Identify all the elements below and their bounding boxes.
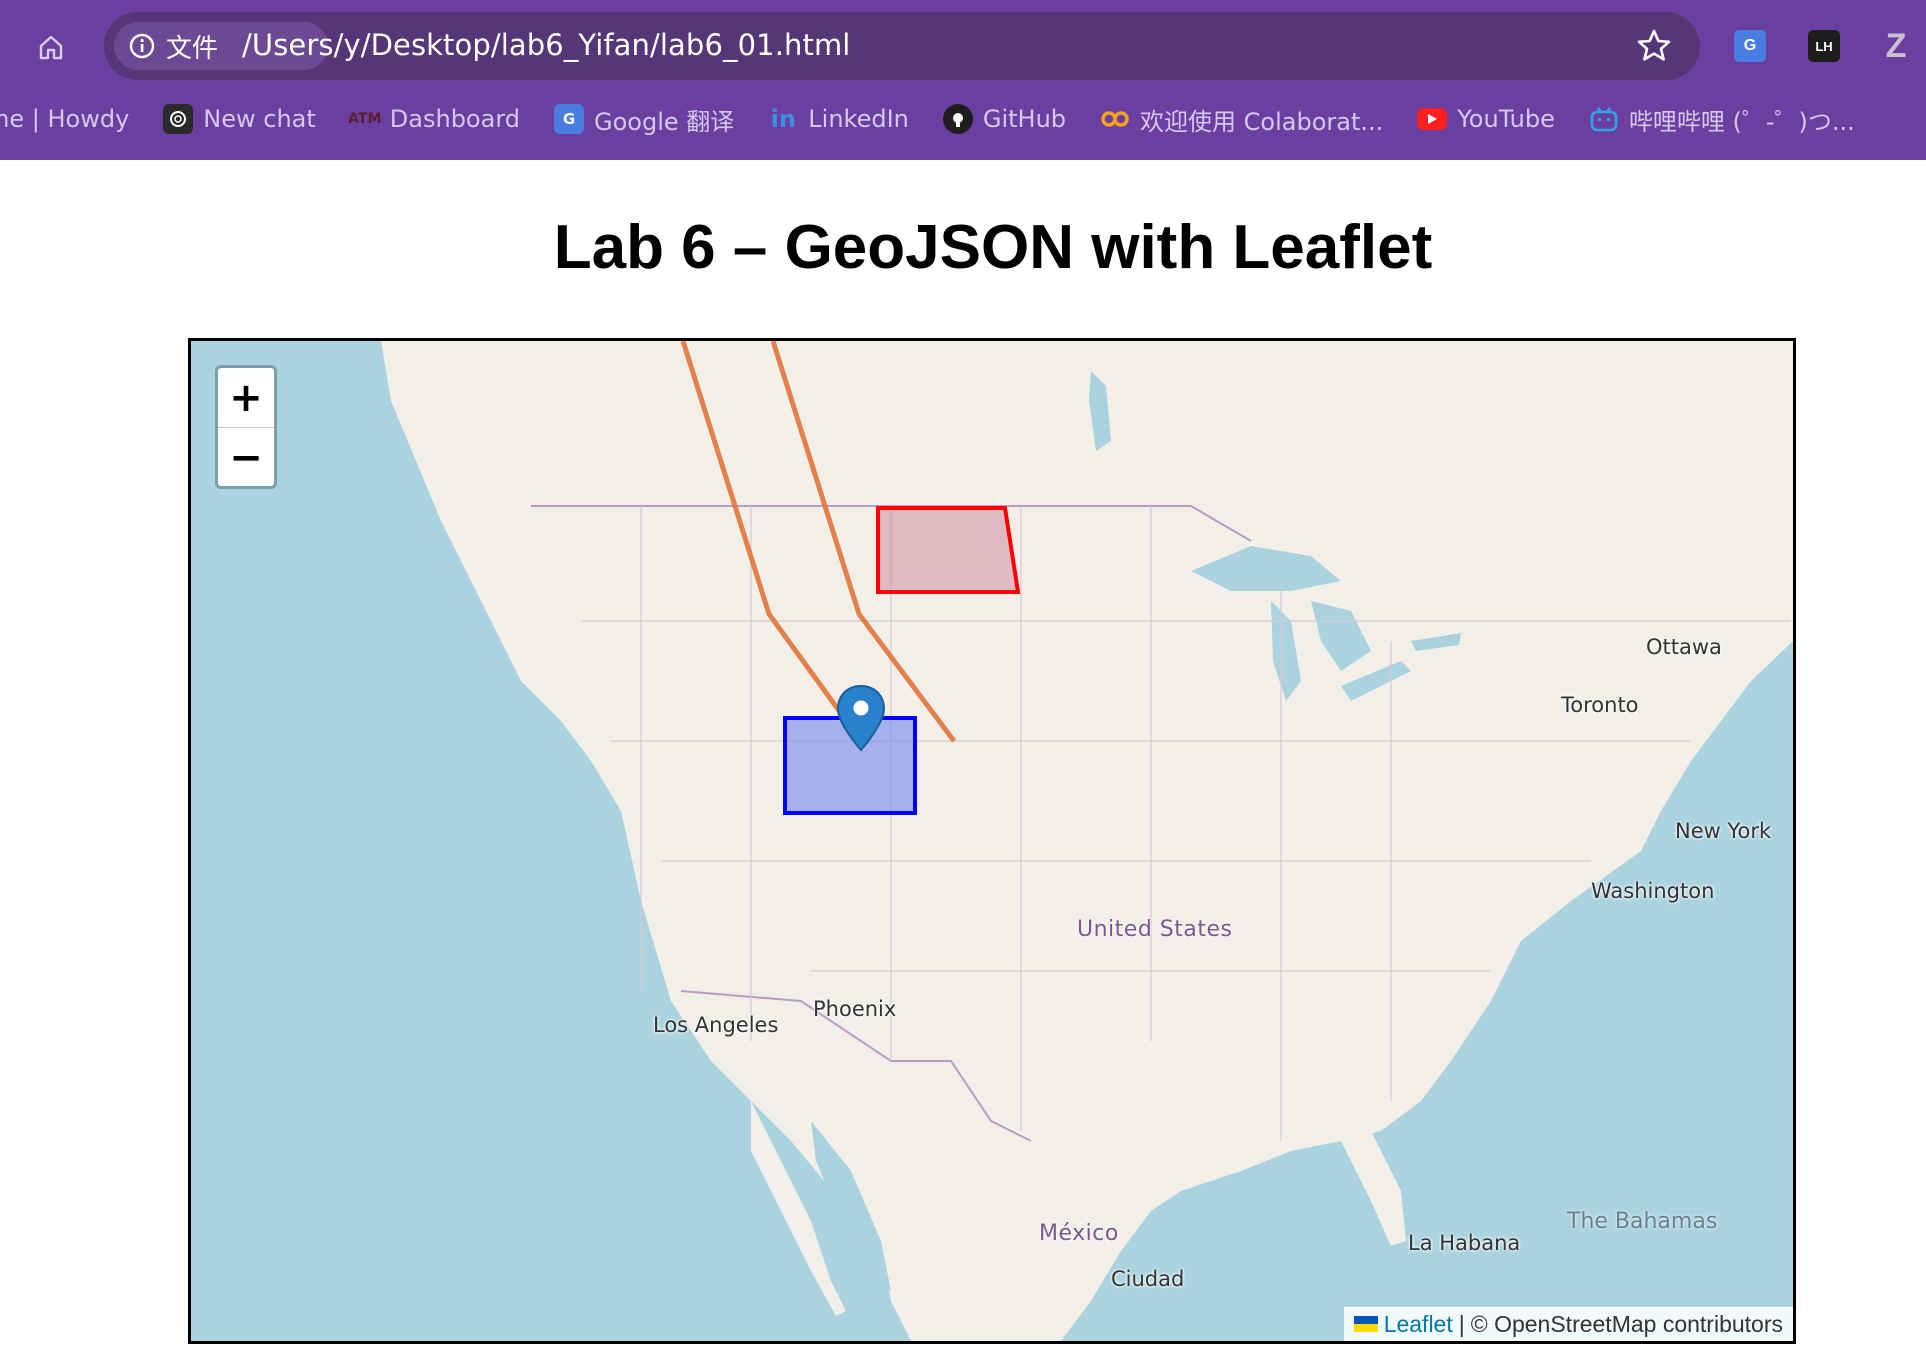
bookmark-label: GitHub: [982, 105, 1067, 133]
site-chip-label: 文件: [166, 33, 219, 64]
address-bar[interactable]: 文件 /Users/y/Desktop/lab6_Yifan/lab6_01.h…: [104, 12, 1700, 80]
colab-icon: [1100, 104, 1130, 134]
label-los-angeles: Los Angeles: [653, 1013, 779, 1037]
bookmark-label: 哔哩哔哩 (゜-゜)つ...: [1628, 107, 1855, 136]
zoom-in-button[interactable]: +: [218, 368, 274, 428]
youtube-icon: [1417, 108, 1448, 130]
google-translate-extension-icon[interactable]: G: [1734, 30, 1766, 62]
bookmark-label: Dashboard: [389, 105, 521, 133]
bookmark-google-translate[interactable]: G Google 翻译: [554, 102, 734, 137]
page-title: Lab 6 – GeoJSON with Leaflet: [553, 213, 1433, 282]
bookmark-star-button[interactable]: [1634, 26, 1674, 66]
bilibili-icon: [1589, 104, 1619, 134]
label-la-habana: La Habana: [1408, 1231, 1521, 1255]
bookmark-github[interactable]: GitHub: [942, 104, 1067, 134]
label-toronto: Toronto: [1561, 693, 1639, 717]
label-new-york: New York: [1675, 819, 1772, 843]
geojson-polygon-red[interactable]: [876, 506, 1021, 594]
github-icon: [942, 104, 973, 134]
label-mexico: México: [1039, 1221, 1119, 1246]
attribution-separator: |: [1458, 1310, 1465, 1337]
ukraine-flag-icon: [1353, 1316, 1378, 1332]
label-washington: Washington: [1591, 879, 1715, 903]
bookmark-howdy[interactable]: me | Howdy: [0, 105, 129, 133]
lighthouse-extension-icon[interactable]: LH: [1808, 30, 1840, 62]
osm-attribution[interactable]: © OpenStreetMap contributors: [1471, 1311, 1783, 1338]
geojson-overlay[interactable]: [191, 341, 1793, 1341]
label-ciudad: Ciudad: [1111, 1267, 1185, 1291]
bookmarks-bar: me | Howdy New chat ATM Dashboard G Goog…: [0, 96, 1926, 142]
bookmark-label: 欢迎使用 Colaborat...: [1140, 107, 1384, 136]
browser-toolbar: 文件 /Users/y/Desktop/lab6_Yifan/lab6_01.h…: [0, 0, 1926, 160]
zoom-control: + −: [215, 365, 277, 489]
bookmark-label: LinkedIn: [808, 105, 909, 133]
label-the-bahamas: The Bahamas: [1567, 1209, 1718, 1234]
home-icon: [39, 35, 63, 60]
bookmark-bilibili[interactable]: 哔哩哔哩 (゜-゜)つ...: [1589, 102, 1855, 137]
bookmark-colab[interactable]: 欢迎使用 Colaborat...: [1100, 102, 1383, 137]
linkedin-icon: in: [770, 105, 796, 133]
bookmark-youtube[interactable]: YouTube: [1417, 105, 1555, 133]
label-ottawa: Ottawa: [1646, 635, 1722, 659]
leaflet-link[interactable]: Leaflet: [1384, 1311, 1453, 1338]
url-text[interactable]: /Users/y/Desktop/lab6_Yifan/lab6_01.html: [242, 28, 850, 62]
leaflet-map[interactable]: + − Ottawa Toronto New York Washington U…: [188, 338, 1796, 1344]
bookmark-label: New chat: [203, 105, 316, 133]
home-button[interactable]: [30, 26, 72, 68]
star-icon: [1637, 29, 1671, 61]
bookmark-dashboard[interactable]: ATM Dashboard: [348, 104, 521, 134]
bookmark-linkedin[interactable]: in LinkedIn: [768, 104, 909, 134]
tamu-icon: ATM: [348, 111, 382, 127]
bookmark-new-chat[interactable]: New chat: [163, 104, 316, 134]
bookmark-label: me | Howdy: [0, 105, 130, 133]
info-icon: [129, 33, 155, 59]
google-translate-icon: G: [554, 104, 585, 134]
zoom-out-button[interactable]: −: [218, 428, 274, 487]
map-attribution: Leaflet | © OpenStreetMap contributors: [1343, 1307, 1793, 1341]
zotero-extension-icon[interactable]: Z: [1880, 27, 1912, 65]
bookmark-label: Google 翻译: [594, 107, 735, 136]
label-phoenix: Phoenix: [813, 997, 897, 1021]
label-united-states: United States: [1077, 917, 1233, 942]
bookmark-label: YouTube: [1457, 105, 1555, 133]
openai-icon: [163, 104, 194, 134]
map-marker-icon[interactable]: [835, 684, 887, 754]
